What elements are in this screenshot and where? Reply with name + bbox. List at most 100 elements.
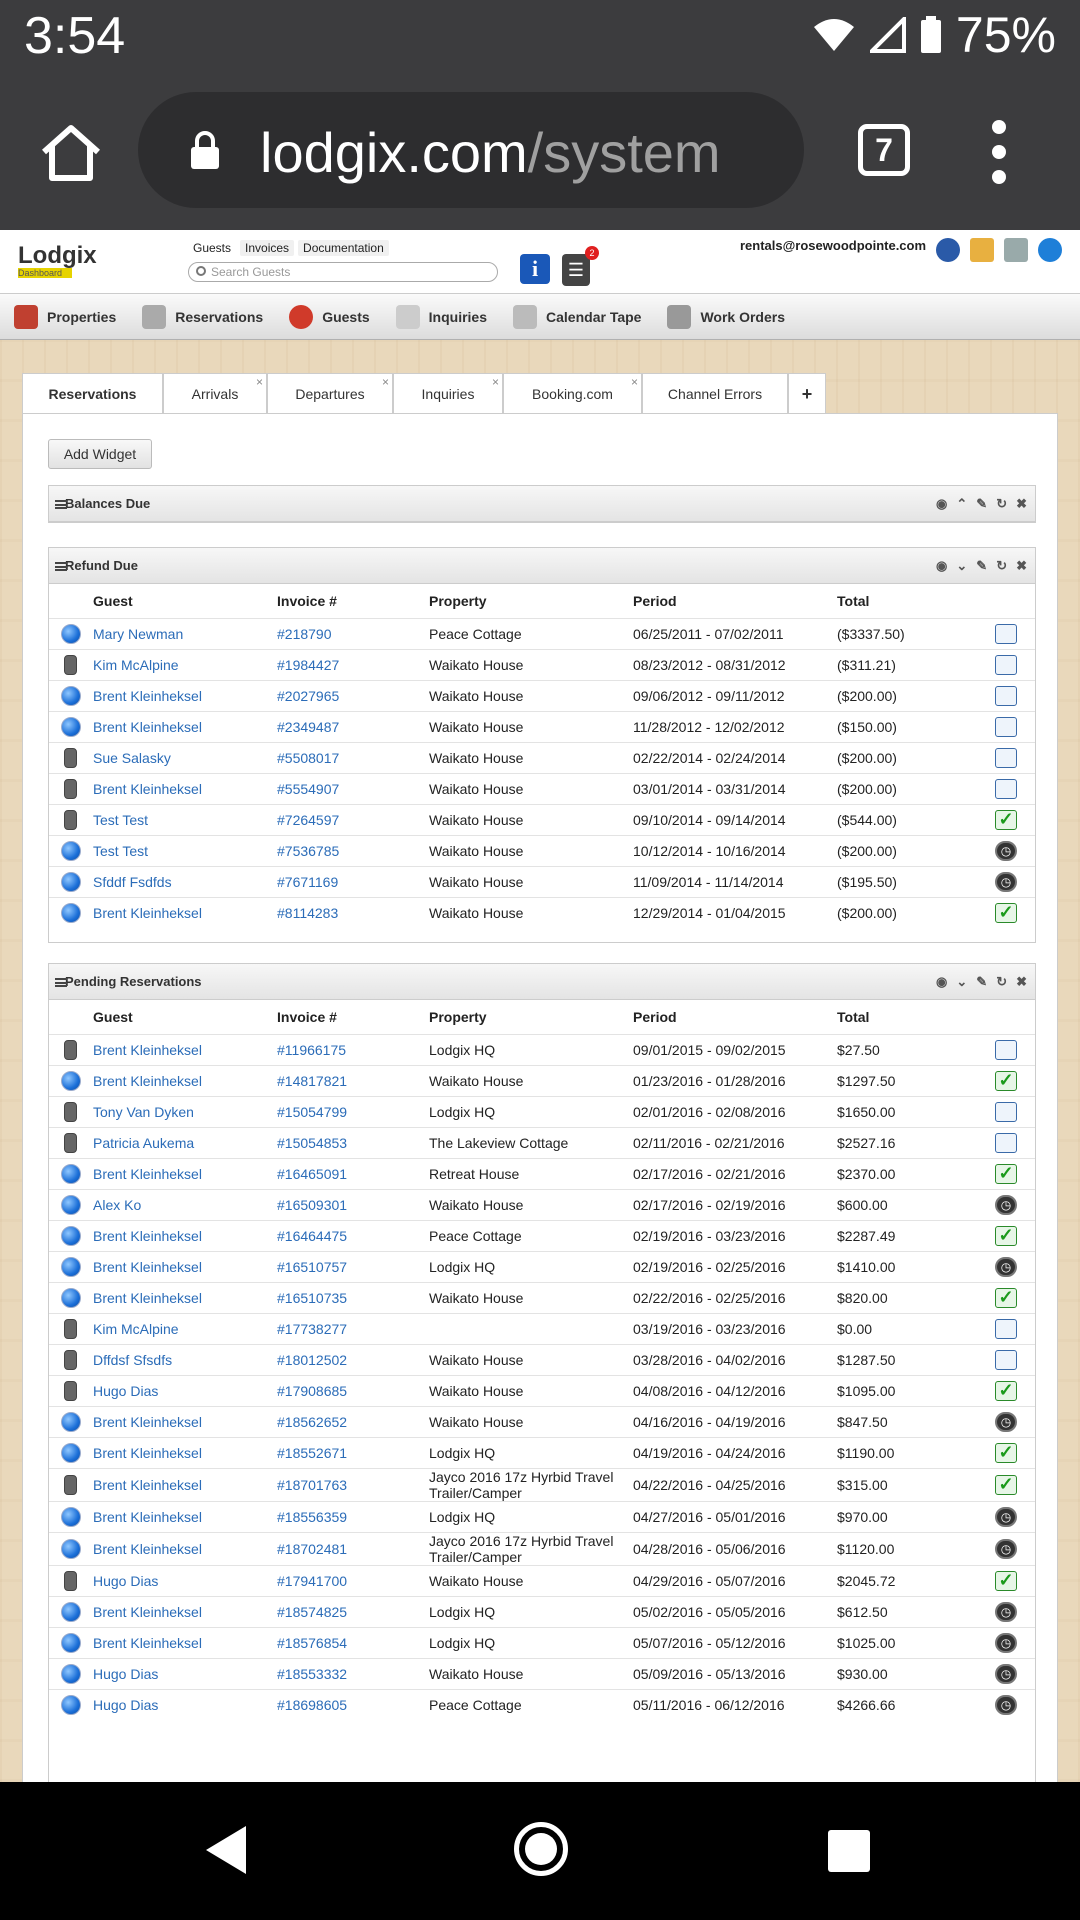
guest-link[interactable]: Brent Kleinheksel [93, 896, 277, 928]
guest-link[interactable]: Sue Salasky [93, 741, 277, 773]
invoice-link[interactable]: #2349487 [277, 710, 429, 742]
invoice-link[interactable]: #18562652 [277, 1405, 429, 1437]
confirmed-check-icon[interactable]: ✓ [995, 1442, 1017, 1463]
guest-link[interactable]: Hugo Dias [93, 1657, 277, 1689]
confirmed-check-icon[interactable]: ✓ [995, 809, 1017, 830]
invoice-link[interactable]: #16510757 [277, 1250, 429, 1282]
overflow-menu-icon[interactable] [992, 120, 1008, 184]
confirmed-check-icon[interactable]: ✓ [995, 1163, 1017, 1184]
tab-booking-com[interactable]: Booking.com × [503, 373, 642, 413]
invoice-link[interactable]: #7264597 [277, 803, 429, 835]
edit-invoice-icon[interactable] [995, 623, 1017, 644]
nav-calendar-tape[interactable]: Calendar Tape [513, 304, 641, 329]
eye-icon[interactable]: ◉ [936, 548, 947, 584]
pending-clock-icon[interactable]: ◷ [995, 1601, 1017, 1622]
close-icon[interactable]: × [631, 362, 638, 402]
guest-search-input[interactable]: Search Guests [188, 262, 498, 282]
pending-clock-icon[interactable]: ◷ [995, 1256, 1017, 1277]
link-invoices[interactable]: Invoices [240, 240, 295, 256]
guest-link[interactable]: Test Test [93, 834, 277, 866]
edit-invoice-icon[interactable] [995, 1349, 1017, 1370]
guest-link[interactable]: Brent Kleinheksel [93, 1033, 277, 1065]
close-icon[interactable]: ✖ [1016, 964, 1027, 1000]
guest-link[interactable]: Brent Kleinheksel [93, 1219, 277, 1251]
invoice-link[interactable]: #18698605 [277, 1688, 429, 1720]
guest-link[interactable]: Brent Kleinheksel [93, 1064, 277, 1096]
invoice-link[interactable]: #11966175 [277, 1033, 429, 1065]
invoice-link[interactable]: #16464475 [277, 1219, 429, 1251]
guest-link[interactable]: Test Test [93, 803, 277, 835]
guest-link[interactable]: Brent Kleinheksel [93, 1467, 277, 1501]
invoice-link[interactable]: #18576854 [277, 1626, 429, 1658]
add-widget-button[interactable]: Add Widget [48, 439, 152, 469]
invoice-link[interactable]: #18702481 [277, 1531, 429, 1565]
tasks-icon[interactable]: ☰ [562, 254, 590, 286]
invoice-link[interactable]: #1984427 [277, 648, 429, 680]
close-icon[interactable]: × [256, 362, 263, 402]
guest-link[interactable]: Kim McAlpine [93, 1312, 277, 1344]
pending-clock-icon[interactable]: ◷ [995, 871, 1017, 892]
guest-link[interactable]: Mary Newman [93, 617, 277, 649]
guest-link[interactable]: Hugo Dias [93, 1564, 277, 1596]
lodgix-logo[interactable]: Lodgix Dashboard [18, 242, 97, 278]
invoice-link[interactable]: #218790 [277, 617, 429, 649]
link-guests[interactable]: Guests [188, 240, 236, 256]
guest-link[interactable]: Hugo Dias [93, 1374, 277, 1406]
guest-link[interactable]: Brent Kleinheksel [93, 679, 277, 711]
edit-invoice-icon[interactable] [995, 716, 1017, 737]
guest-link[interactable]: Brent Kleinheksel [93, 1531, 277, 1565]
invoice-link[interactable]: #18552671 [277, 1436, 429, 1468]
wrench-icon[interactable]: ✎ [976, 486, 987, 522]
guest-link[interactable]: Sfddf Fsdfds [93, 865, 277, 897]
invoice-link[interactable]: #15054853 [277, 1126, 429, 1158]
pending-clock-icon[interactable]: ◷ [995, 1663, 1017, 1684]
guest-link[interactable]: Brent Kleinheksel [93, 1281, 277, 1313]
confirmed-check-icon[interactable]: ✓ [995, 1225, 1017, 1246]
edit-invoice-icon[interactable] [995, 1318, 1017, 1339]
tab-inquiries[interactable]: Inquiries × [393, 373, 503, 413]
guest-link[interactable]: Brent Kleinheksel [93, 1436, 277, 1468]
guest-link[interactable]: Brent Kleinheksel [93, 710, 277, 742]
guest-link[interactable]: Patricia Aukema [93, 1126, 277, 1158]
refresh-icon[interactable]: ↻ [996, 964, 1007, 1000]
drag-handle-icon[interactable] [55, 562, 67, 571]
invoice-link[interactable]: #18012502 [277, 1343, 429, 1375]
chevron-down-icon[interactable]: ⌄ [956, 548, 967, 584]
invoice-link[interactable]: #16465091 [277, 1157, 429, 1189]
chevron-down-icon[interactable]: ⌄ [956, 964, 967, 1000]
account-email[interactable]: rentals@rosewoodpointe.com [740, 238, 926, 253]
edit-invoice-icon[interactable] [995, 685, 1017, 706]
info-icon[interactable]: i [520, 254, 550, 284]
pending-clock-icon[interactable]: ◷ [995, 840, 1017, 861]
refresh-icon[interactable]: ↻ [996, 486, 1007, 522]
close-icon[interactable]: × [382, 362, 389, 402]
wrench-icon[interactable]: ✎ [976, 548, 987, 584]
wrench-icon[interactable]: ✎ [976, 964, 987, 1000]
pending-clock-icon[interactable]: ◷ [995, 1694, 1017, 1715]
nav-reservations[interactable]: Reservations [142, 304, 263, 329]
tab-departures[interactable]: Departures × [267, 373, 393, 413]
invoice-link[interactable]: #17738277 [277, 1312, 429, 1344]
url-field[interactable]: lodgix.com/system [138, 92, 804, 208]
edit-invoice-icon[interactable] [995, 747, 1017, 768]
guest-link[interactable]: Brent Kleinheksel [93, 1595, 277, 1627]
invoice-link[interactable]: #7671169 [277, 865, 429, 897]
guest-link[interactable]: Brent Kleinheksel [93, 1500, 277, 1532]
invoice-link[interactable]: #5508017 [277, 741, 429, 773]
eye-icon[interactable]: ◉ [936, 964, 947, 1000]
guest-link[interactable]: Dffdsf Sfsdfs [93, 1343, 277, 1375]
invoice-link[interactable]: #16509301 [277, 1188, 429, 1220]
invoice-link[interactable]: #16510735 [277, 1281, 429, 1313]
invoice-link[interactable]: #8114283 [277, 896, 429, 928]
close-icon[interactable]: ✖ [1016, 486, 1027, 522]
drag-handle-icon[interactable] [55, 500, 67, 509]
guest-link[interactable]: Brent Kleinheksel [93, 1250, 277, 1282]
recent-apps-icon[interactable] [828, 1830, 870, 1872]
tab-reservations[interactable]: Reservations [22, 373, 163, 415]
guest-link[interactable]: Tony Van Dyken [93, 1095, 277, 1127]
home-icon[interactable] [38, 120, 104, 186]
home-circle-icon[interactable] [514, 1822, 568, 1876]
invoice-link[interactable]: #5554907 [277, 772, 429, 804]
edit-invoice-icon[interactable] [995, 1132, 1017, 1153]
invoice-link[interactable]: #18556359 [277, 1500, 429, 1532]
